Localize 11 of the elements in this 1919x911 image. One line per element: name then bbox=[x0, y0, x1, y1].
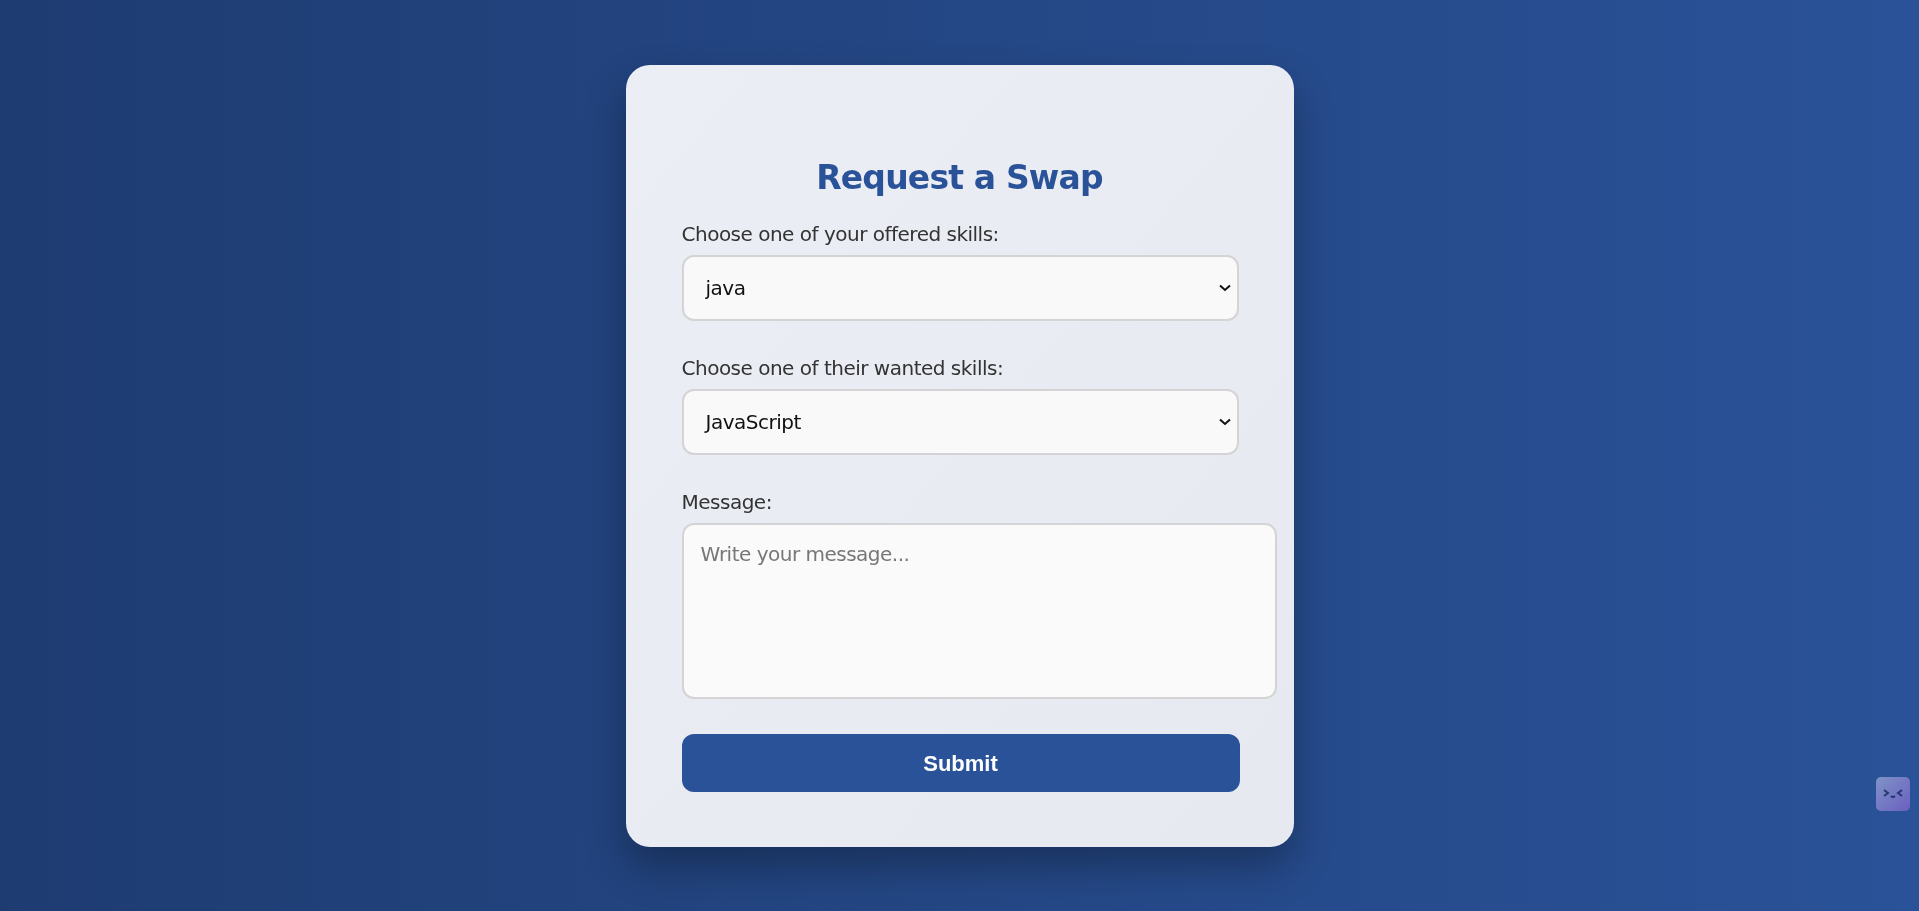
select-dropdown[interactable]: java bbox=[681, 255, 1239, 321]
field-label: Choose one of your offered skills: bbox=[681, 221, 1000, 247]
select-dropdown[interactable]: JavaScript bbox=[681, 389, 1239, 455]
field-label: Choose one of their wanted skills: bbox=[681, 355, 1005, 381]
emoticon-icon[interactable] bbox=[1876, 777, 1910, 811]
chevron-down-icon bbox=[1218, 418, 1231, 426]
field-label: Message: bbox=[681, 489, 773, 515]
message-field[interactable]: Write your message... bbox=[681, 523, 1277, 699]
submit-button[interactable]: Submit bbox=[681, 734, 1240, 792]
chevron-down-icon bbox=[1218, 284, 1231, 292]
form-title: Request a Swap bbox=[815, 157, 1104, 199]
